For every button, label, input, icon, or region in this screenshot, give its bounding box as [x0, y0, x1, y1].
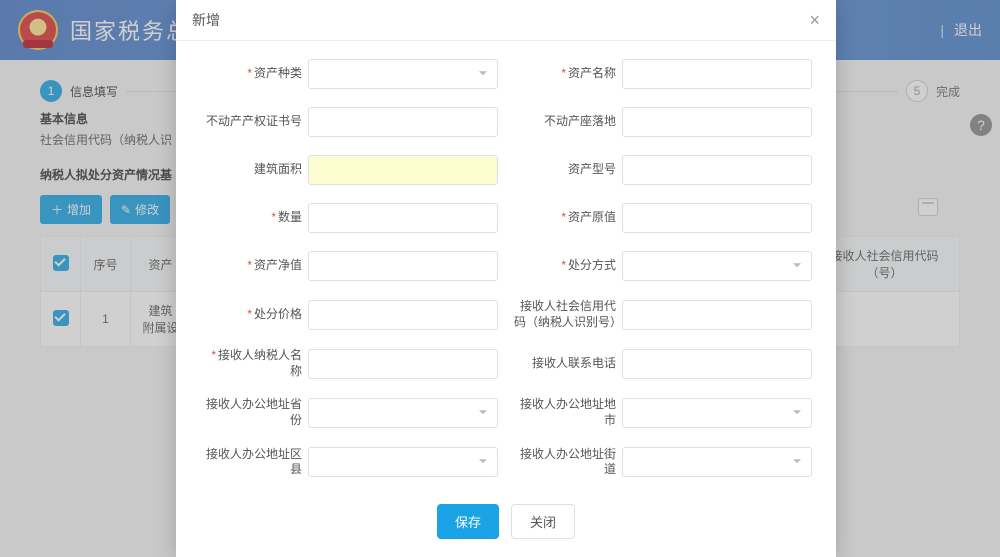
modal-body: *资产种类 *资产名称 不动产产权证书号 不动产座落地 建筑面积 资产型号: [176, 41, 836, 492]
orig-value-input[interactable]: [622, 203, 812, 233]
asset-name-input[interactable]: [622, 59, 812, 89]
dispose-price-input[interactable]: [308, 300, 498, 330]
qty-input[interactable]: [308, 203, 498, 233]
label-orig-value: 资产原值: [568, 210, 616, 224]
label-asset-type: 资产种类: [254, 66, 302, 80]
label-addr-city: 接收人办公地址地市: [520, 397, 616, 427]
addr-street-select[interactable]: [622, 447, 812, 477]
label-area: 建筑面积: [254, 162, 302, 176]
add-modal: 新增 × *资产种类 *资产名称 不动产产权证书号 不动产座落地 建筑面积: [176, 0, 836, 557]
close-button[interactable]: 关闭: [511, 504, 575, 539]
asset-type-select[interactable]: [308, 59, 498, 89]
modal-header: 新增 ×: [176, 0, 836, 41]
save-button[interactable]: 保存: [437, 504, 499, 539]
cert-no-input[interactable]: [308, 107, 498, 137]
addr-prov-select[interactable]: [308, 398, 498, 428]
label-dispose-price: 处分价格: [254, 307, 302, 321]
label-qty: 数量: [278, 210, 302, 224]
label-location: 不动产座落地: [544, 114, 616, 128]
addr-city-select[interactable]: [622, 398, 812, 428]
modal-title: 新增: [192, 10, 220, 30]
receiver-name-input[interactable]: [308, 349, 498, 379]
area-input[interactable]: [308, 155, 498, 185]
net-value-input[interactable]: [308, 251, 498, 281]
receiver-tax-id-input[interactable]: [622, 300, 812, 330]
receiver-phone-input[interactable]: [622, 349, 812, 379]
label-model: 资产型号: [568, 162, 616, 176]
label-receiver-name: 接收人纳税人名称: [218, 348, 302, 378]
label-asset-name: 资产名称: [568, 66, 616, 80]
modal-footer: 保存 关闭: [176, 492, 836, 557]
dispose-method-select[interactable]: [622, 251, 812, 281]
label-cert-no: 不动产产权证书号: [206, 114, 302, 128]
label-net-value: 资产净值: [254, 258, 302, 272]
close-icon[interactable]: ×: [809, 11, 820, 29]
label-receiver-phone: 接收人联系电话: [532, 356, 616, 370]
location-input[interactable]: [622, 107, 812, 137]
model-input[interactable]: [622, 155, 812, 185]
label-receiver-tax-id: 接收人社会信用代码（纳税人识别号）: [514, 299, 622, 329]
label-dispose-method: 处分方式: [568, 258, 616, 272]
label-addr-county: 接收人办公地址区县: [206, 447, 302, 477]
label-addr-street: 接收人办公地址街道: [520, 447, 616, 477]
addr-county-select[interactable]: [308, 447, 498, 477]
label-addr-prov: 接收人办公地址省份: [206, 397, 302, 427]
